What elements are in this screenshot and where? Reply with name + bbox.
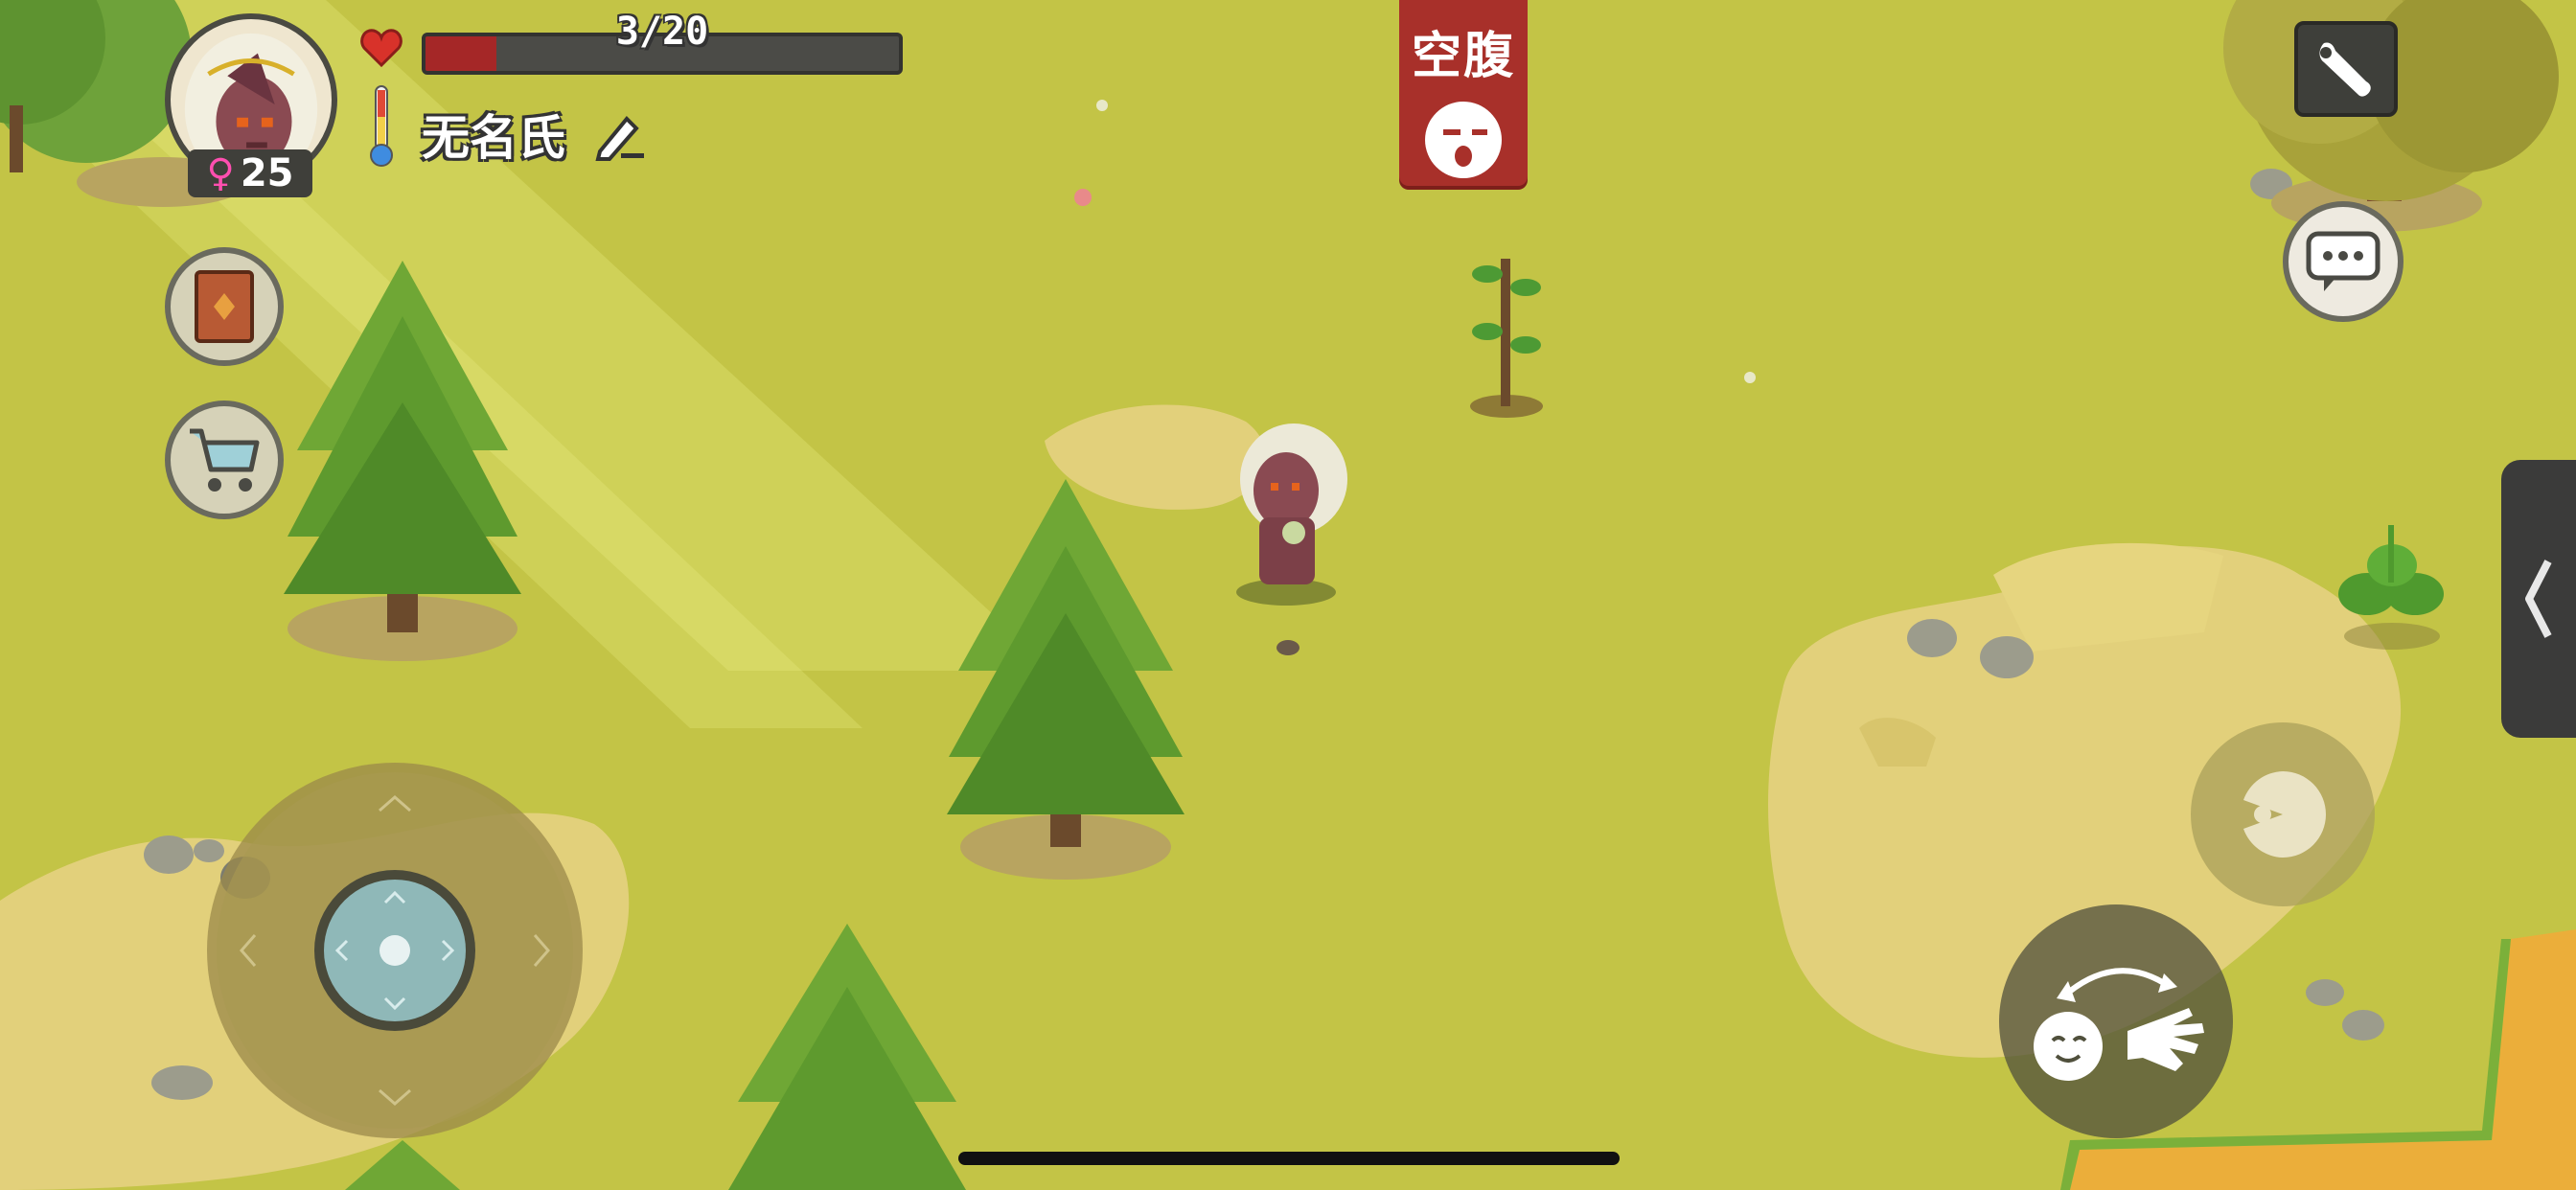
- pencil-icon[interactable]: [592, 109, 648, 161]
- recipe-book-button[interactable]: [165, 247, 284, 366]
- swap-hand-icon: [2034, 968, 2204, 1081]
- settings-button[interactable]: [2294, 21, 2398, 117]
- thermometer-icon: [370, 85, 393, 167]
- swap-hand-button[interactable]: [1999, 904, 2233, 1138]
- player-name: 无名氏: [422, 110, 565, 166]
- shopping-cart-icon: [190, 428, 260, 492]
- hunger-status-banner: 空腹: [1399, 0, 1528, 186]
- gender-icon: ♀: [206, 151, 235, 195]
- health-text: 3/20: [615, 10, 709, 54]
- heart-icon: [360, 29, 402, 67]
- hunger-label: 空腹: [1411, 28, 1515, 85]
- home-indicator: [958, 1152, 1620, 1165]
- age-value: 25: [240, 151, 294, 195]
- side-panel-tab[interactable]: [2501, 460, 2576, 738]
- eat-icon: [2243, 771, 2326, 858]
- age-badge: ♀ 25: [188, 149, 312, 197]
- chat-bubble-icon: [2306, 231, 2380, 291]
- shop-button[interactable]: [165, 400, 284, 519]
- hungry-face-icon: [1425, 102, 1502, 178]
- book-icon: [195, 270, 254, 343]
- chat-button[interactable]: [2283, 201, 2404, 322]
- virtual-joystick[interactable]: [205, 761, 585, 1140]
- wrench-icon: [2319, 42, 2371, 97]
- chevron-left-icon: [2525, 560, 2552, 638]
- eat-button[interactable]: [2191, 722, 2375, 906]
